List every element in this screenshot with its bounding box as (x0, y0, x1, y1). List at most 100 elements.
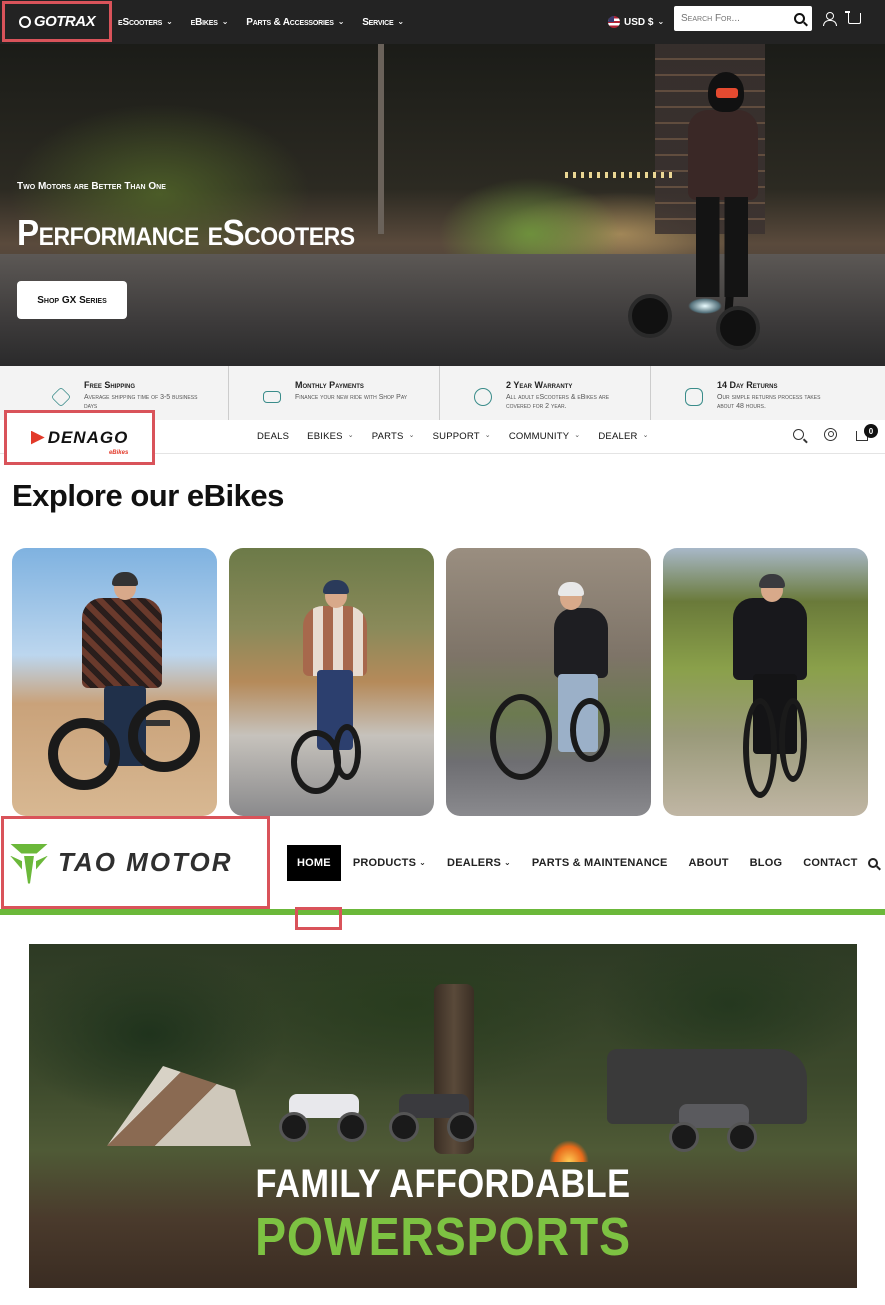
feature-desc: Finance your new ride with Shop Pay (295, 394, 408, 401)
menu-label: BLOG (749, 857, 783, 869)
gotrax-section: GOTRAX eScooters ⌄ eBikes ⌄ Parts & Access… (0, 0, 885, 420)
chevron-down-icon: ⌄ (484, 432, 491, 439)
gotrax-logo[interactable]: GOTRAX (18, 13, 96, 30)
search-icon[interactable] (794, 13, 805, 24)
tao-menu-home[interactable]: HOME (287, 845, 341, 881)
campfire-image (549, 1140, 589, 1162)
atv-image (279, 1094, 369, 1144)
rider-image (733, 598, 807, 680)
denago-section: DEALS EBIKES ⌄ PARTS ⌄ SUPPORT ⌄ COMMUNITY ⌄… (0, 410, 885, 816)
atv-image (669, 1104, 759, 1154)
search-icon[interactable] (868, 858, 878, 868)
feature-title: Monthly Payments (295, 380, 364, 390)
tao-logo-text[interactable]: TAO MOTOR (58, 847, 232, 878)
denago-menu-parts[interactable]: PARTS ⌄ (372, 431, 415, 442)
helmet-image (759, 574, 785, 588)
account-icon[interactable] (824, 428, 837, 441)
feature-title: 2 Year Warranty (506, 380, 573, 390)
denago-menu-support[interactable]: SUPPORT ⌄ (433, 431, 491, 442)
helmet-image (323, 580, 349, 594)
scooter-wheel-image (716, 306, 760, 350)
denago-logo-sub: eBikes (108, 449, 129, 456)
menu-label: HOME (297, 857, 331, 869)
menu-label: PARTS (371, 430, 404, 442)
hero-lights-image (565, 172, 675, 178)
currency-select[interactable]: USD $ ⌄ (608, 16, 664, 28)
chevron-down-icon: ⌄ (337, 16, 345, 26)
chevron-down-icon: ⌄ (166, 16, 173, 26)
ebike-card[interactable] (663, 548, 868, 816)
tao-menu-parts[interactable]: PARTS & MAINTENANCE (532, 857, 668, 869)
ebike-card[interactable] (229, 548, 434, 816)
denago-logo-text: DENAGO (47, 427, 129, 447)
tent-image (107, 1066, 251, 1146)
gotrax-hero-banner: Two Motors are Better Than One Performan… (0, 44, 885, 366)
tao-logo-highlight[interactable]: TAO MOTOR (1, 816, 270, 909)
feature-title: Free Shipping (84, 380, 136, 390)
denago-menu-community[interactable]: COMMUNITY ⌄ (509, 431, 580, 442)
gotrax-menu-ebikes[interactable]: eBikes ⌄ (191, 17, 229, 28)
chevron-down-icon: ⌄ (419, 857, 427, 867)
denago-logo-icon (30, 430, 45, 445)
shop-gx-series-button[interactable]: Shop GX Series (17, 281, 127, 319)
tao-hero-banner: FAMILY AFFORDABLE POWERSPORTS (29, 944, 857, 1288)
rider-image (303, 606, 367, 676)
bike-wheel-image (48, 718, 120, 790)
tao-menu-about[interactable]: ABOUT (689, 857, 729, 869)
bike-wheel-image (570, 698, 610, 762)
currency-label: USD $ (624, 16, 654, 28)
scooter-light-image (688, 298, 722, 314)
menu-label: Service (362, 16, 394, 28)
atv-image (389, 1094, 479, 1144)
bike-wheel-image (779, 698, 807, 782)
hero-title-line2: POWERSPORTS (255, 1207, 631, 1267)
rider-image (554, 608, 608, 678)
menu-label: DEALERS (447, 857, 502, 869)
rider-image (668, 72, 768, 317)
hero-tagline: Two Motors are Better Than One (17, 181, 166, 192)
denago-menu-dealer[interactable]: DEALER ⌄ (598, 431, 648, 442)
denago-menu-deals[interactable]: DEALS (257, 431, 289, 442)
gotrax-search-box[interactable] (674, 6, 812, 31)
feature-monthly-payments: Monthly Payments Finance your new ride w… (228, 366, 439, 420)
denago-logo[interactable]: DENAGO eBikes (30, 427, 129, 456)
tao-menu-contact[interactable]: CONTACT (803, 857, 857, 869)
chevron-down-icon: ⌄ (397, 16, 404, 26)
bike-wheel-image (743, 698, 777, 798)
feature-title: 14 Day Returns (717, 380, 778, 390)
denago-menu-ebikes[interactable]: EBIKES ⌄ (307, 431, 354, 442)
tao-motor-section: TAO MOTOR HOME PRODUCTS ⌄ DEALERS ⌄ PARTS … (0, 816, 885, 1305)
chevron-down-icon: ⌄ (642, 432, 649, 439)
tao-menu-products[interactable]: PRODUCTS ⌄ (353, 857, 426, 869)
feature-desc: All adult eScooters & eBikes are covered… (506, 394, 610, 411)
feature-warranty: 2 Year Warranty All adult eScooters & eB… (439, 366, 650, 420)
tao-menu-dealers[interactable]: DEALERS ⌄ (447, 857, 511, 869)
menu-label: DEALS (257, 430, 290, 442)
chevron-down-icon: ⌄ (504, 857, 511, 867)
hero-pole-image (378, 44, 384, 234)
cart-icon[interactable] (845, 11, 861, 24)
gotrax-menu-parts[interactable]: Parts & Accessories ⌄ (246, 17, 344, 28)
gotrax-logo-highlight[interactable]: GOTRAX (2, 1, 112, 42)
feature-desc: Our simple returns process takes about 4… (717, 394, 821, 411)
menu-label: PARTS & MAINTENANCE (531, 857, 668, 869)
feature-returns: 14 Day Returns Our simple returns proces… (650, 366, 885, 420)
search-input[interactable] (681, 13, 786, 24)
tao-logo-icon (10, 842, 48, 884)
gotrax-currency-selector[interactable]: USD $ ⌄ (608, 0, 664, 44)
menu-label: COMMUNITY (508, 430, 570, 442)
account-icon[interactable] (823, 12, 837, 26)
box-icon (50, 386, 72, 408)
ebike-card[interactable] (446, 548, 651, 816)
search-icon[interactable] (793, 429, 804, 440)
denago-logo-highlight[interactable]: DENAGO eBikes (4, 410, 155, 465)
gotrax-menu-service[interactable]: Service ⌄ (362, 17, 404, 28)
cart-count-badge: 0 (864, 424, 878, 438)
tao-menu-blog[interactable]: BLOG (750, 857, 783, 869)
gotrax-menu-escooters[interactable]: eScooters ⌄ (118, 17, 173, 28)
bike-wheel-image (490, 694, 552, 780)
menu-label: DEALER (598, 430, 638, 442)
menu-label: eBikes (190, 16, 218, 28)
ebike-card[interactable] (12, 548, 217, 816)
cash-icon (263, 391, 281, 403)
